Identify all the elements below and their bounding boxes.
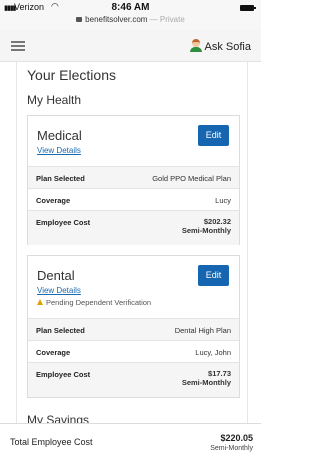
table-row: Coverage Lucy bbox=[28, 188, 239, 210]
hamburger-menu-icon[interactable] bbox=[11, 41, 25, 51]
table-row: Employee Cost $202.32 Semi-Monthly bbox=[28, 210, 239, 245]
plan-selected-label: Plan Selected bbox=[36, 174, 85, 183]
medical-title: Medical bbox=[37, 128, 82, 143]
medical-view-details-link[interactable]: View Details bbox=[37, 146, 81, 155]
table-row: Employee Cost $17.73 Semi-Monthly bbox=[28, 362, 239, 397]
table-row: Coverage Lucy, John bbox=[28, 340, 239, 362]
employee-cost-value: $17.73 Semi-Monthly bbox=[182, 369, 231, 387]
medical-card: Medical View Details Edit Plan Selected … bbox=[27, 115, 240, 245]
cost-amount: $202.32 bbox=[203, 217, 231, 226]
coverage-label: Coverage bbox=[36, 196, 71, 205]
lock-icon bbox=[76, 17, 83, 22]
section-title-health: My Health bbox=[27, 93, 82, 107]
employee-cost-label: Employee Cost bbox=[36, 370, 91, 379]
url-text: benefitsolver.com bbox=[85, 15, 148, 24]
elections-content[interactable]: Your Elections My Health Medical View De… bbox=[0, 62, 261, 423]
warning-triangle-icon bbox=[37, 299, 43, 305]
ask-sofia-label: Ask Sofia bbox=[204, 41, 251, 53]
cost-period: Semi-Monthly bbox=[181, 226, 231, 235]
cost-period: Semi-Monthly bbox=[181, 378, 231, 387]
clock-time: 8:46 AM bbox=[111, 2, 150, 13]
warning-text: Pending Dependent Verification bbox=[46, 298, 152, 307]
dental-card: Dental View Details Edit Pending Depende… bbox=[27, 255, 240, 398]
plan-selected-value: Dental High Plan bbox=[174, 326, 231, 335]
table-row: Plan Selected Dental High Plan bbox=[28, 318, 239, 340]
coverage-value: Lucy, John bbox=[195, 348, 231, 357]
ask-sofia-button[interactable]: Ask Sofia bbox=[189, 39, 251, 53]
employee-cost-label: Employee Cost bbox=[36, 218, 91, 227]
total-cost-amount: $220.05 bbox=[220, 433, 253, 443]
private-label: — Private bbox=[149, 15, 185, 24]
plan-selected-label: Plan Selected bbox=[36, 326, 85, 335]
total-cost-period: Semi-Monthly bbox=[210, 445, 253, 452]
page-title: Your Elections bbox=[27, 67, 116, 83]
medical-edit-button[interactable]: Edit bbox=[198, 125, 229, 146]
status-bar: ▮▮▮▮ Verizon ◠ 8:46 AM benefitsolver.com… bbox=[0, 0, 261, 30]
coverage-label: Coverage bbox=[36, 348, 71, 357]
section-title-savings: My Savings bbox=[27, 413, 90, 423]
table-row: Plan Selected Gold PPO Medical Plan bbox=[28, 166, 239, 188]
coverage-value: Lucy bbox=[215, 196, 231, 205]
pending-verification-notice: Pending Dependent Verification bbox=[37, 298, 151, 307]
cost-amount: $17.73 bbox=[208, 369, 231, 378]
dental-edit-button[interactable]: Edit bbox=[198, 265, 229, 286]
dental-view-details-link[interactable]: View Details bbox=[37, 286, 81, 295]
total-cost-footer: Total Employee Cost $220.05 Semi-Monthly bbox=[0, 423, 261, 463]
plan-selected-value: Gold PPO Medical Plan bbox=[152, 174, 231, 183]
total-cost-label: Total Employee Cost bbox=[10, 437, 93, 447]
employee-cost-value: $202.32 Semi-Monthly bbox=[182, 217, 231, 235]
dental-title: Dental bbox=[37, 268, 75, 283]
app-header: Ask Sofia bbox=[0, 30, 261, 62]
address-bar[interactable]: benefitsolver.com — Private bbox=[0, 15, 261, 24]
battery-icon bbox=[240, 5, 256, 11]
sofia-avatar-icon bbox=[189, 39, 202, 52]
